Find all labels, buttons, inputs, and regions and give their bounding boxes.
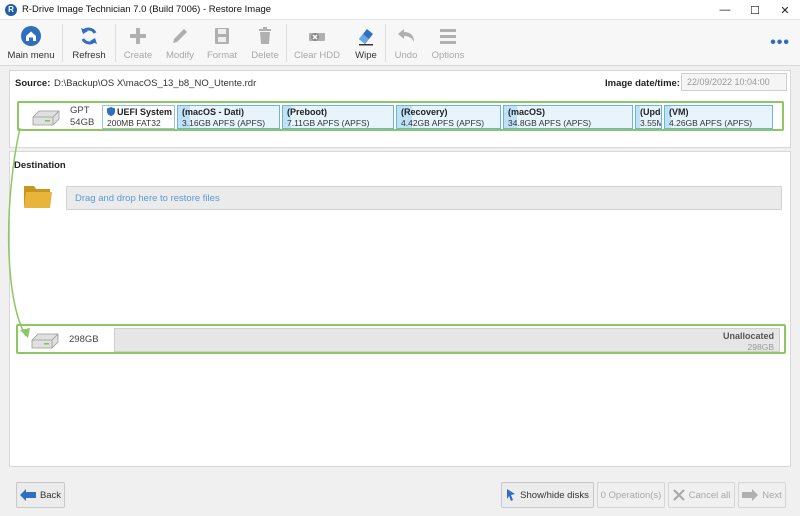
partition-block[interactable]: (Upda3.55M <box>635 105 662 129</box>
partition-block[interactable]: (macOS) 34.8GB APFS (APFS) <box>503 105 633 129</box>
partition-block[interactable]: (macOS - Dati) 3.16GB APFS (APFS) <box>177 105 280 129</box>
main-menu-button[interactable]: Main menu <box>0 20 62 66</box>
partition-info: 3.55M <box>640 118 662 128</box>
destination-disk-row[interactable]: 298GB Unallocated 298GB <box>16 324 786 354</box>
image-date-field[interactable] <box>681 73 787 91</box>
partition-name: (macOS - Dati) <box>182 107 245 117</box>
source-label: Source: <box>15 78 51 89</box>
app-logo-icon: R <box>5 3 17 16</box>
plus-icon <box>127 25 149 47</box>
partition-info: 4.42GB APFS (APFS) <box>401 118 485 128</box>
arrow-left-icon <box>19 489 36 501</box>
menu-lines-icon <box>437 25 459 47</box>
drop-zone[interactable]: Drag and drop here to restore files <box>66 186 782 210</box>
undo-label: Undo <box>394 50 418 61</box>
partition-info: 200MB FAT32 <box>107 118 161 128</box>
cancel-all-label: Cancel all <box>688 489 731 501</box>
back-label: Back <box>39 489 62 501</box>
toolbar: Main menu Refresh Create Modify Format D… <box>0 20 800 66</box>
back-button[interactable]: Back <box>16 482 65 508</box>
modify-label: Modify <box>166 50 194 61</box>
operations-label: 0 Operation(s) <box>600 489 662 501</box>
next-button[interactable]: Next <box>738 482 786 508</box>
show-hide-disks-button[interactable]: Show/hide disks <box>501 482 594 508</box>
floppy-icon <box>211 25 233 47</box>
source-disk-row[interactable]: GPT 54GB UEFI System 200MB FAT32 (macOS - … <box>17 101 784 131</box>
maximize-button[interactable]: ☐ <box>740 0 770 20</box>
wipe-label: Wipe <box>355 50 377 61</box>
pencil-icon <box>169 25 191 47</box>
create-button[interactable]: Create <box>116 20 160 66</box>
partition-list: UEFI System 200MB FAT32 (macOS - Dati) 3.16… <box>102 105 775 129</box>
modify-button[interactable]: Modify <box>160 20 200 66</box>
hard-disk-icon <box>31 109 61 130</box>
arrow-right-icon <box>742 489 759 501</box>
show-hide-label: Show/hide disks <box>520 489 589 501</box>
eraser-icon <box>355 25 377 47</box>
options-label: Options <box>431 50 465 61</box>
partition-info: 3.16GB APFS (APFS) <box>182 118 266 128</box>
refresh-icon <box>78 25 100 47</box>
main-menu-label: Main menu <box>7 50 55 61</box>
wipe-button[interactable]: Wipe <box>347 20 385 66</box>
options-button[interactable]: Options <box>426 20 470 66</box>
title-bar: R R-Drive Image Technician 7.0 (Build 70… <box>0 0 800 20</box>
partition-block[interactable]: UEFI System 200MB FAT32 <box>102 105 175 129</box>
delete-button[interactable]: Delete <box>244 20 286 66</box>
image-date-label: Image date/time: <box>605 78 680 89</box>
source-panel: Source: D:\Backup\OS X\macOS_13_b8_NO_Ut… <box>9 70 791 148</box>
partition-info: 34.8GB APFS (APFS) <box>508 118 592 128</box>
destination-panel: Destination Drag and drop here to restor… <box>9 151 791 467</box>
partition-block[interactable]: (Recovery) 4.42GB APFS (APFS) <box>396 105 501 129</box>
show-disks-icon <box>506 488 516 502</box>
shield-icon <box>107 106 117 118</box>
undo-button[interactable]: Undo <box>386 20 426 66</box>
home-icon <box>20 25 42 47</box>
partition-block[interactable]: (Preboot) 7.11GB APFS (APFS) <box>282 105 394 129</box>
trash-icon <box>254 25 276 47</box>
partition-info: 4.26GB APFS (APFS) <box>669 118 753 128</box>
folder-icon <box>22 182 54 213</box>
next-label: Next <box>762 489 782 501</box>
cancel-all-button[interactable]: Cancel all <box>668 482 735 508</box>
unallocated-space[interactable]: Unallocated 298GB <box>114 328 780 352</box>
create-label: Create <box>123 50 153 61</box>
partition-info: 7.11GB APFS (APFS) <box>287 118 370 128</box>
partition-name: UEFI System <box>117 107 173 117</box>
bottom-bar: Back Show/hide disks 0 Operation(s) Canc… <box>0 470 800 516</box>
partition-name: (Preboot) <box>287 107 327 117</box>
partition-block[interactable]: (VM) 4.26GB APFS (APFS) <box>664 105 773 129</box>
disk-size: 54GB <box>70 117 95 128</box>
format-label: Format <box>206 50 238 61</box>
partition-name: (VM) <box>669 107 689 117</box>
more-options-icon[interactable]: ••• <box>770 34 790 52</box>
close-button[interactable]: ✕ <box>770 0 800 20</box>
partition-name: (macOS) <box>508 107 546 117</box>
partition-name: (Recovery) <box>401 107 448 117</box>
target-disk-size: 298GB <box>69 334 99 345</box>
cancel-x-icon <box>672 489 685 501</box>
format-button[interactable]: Format <box>200 20 244 66</box>
disk-scheme: GPT <box>70 105 90 116</box>
destination-title: Destination <box>14 160 66 171</box>
target-hard-disk-icon <box>30 332 60 353</box>
source-path: D:\Backup\OS X\macOS_13_b8_NO_Utente.rdr <box>54 78 257 89</box>
refresh-button[interactable]: Refresh <box>63 20 115 66</box>
operations-button[interactable]: 0 Operation(s) <box>597 482 665 508</box>
delete-label: Delete <box>251 50 279 61</box>
minimize-button[interactable]: — <box>710 0 740 20</box>
unallocated-size: 298GB <box>747 342 774 352</box>
unallocated-label: Unallocated <box>722 331 774 341</box>
clear-hdd-icon <box>306 25 328 47</box>
clear-hdd-button[interactable]: Clear HDD <box>287 20 347 66</box>
clear-hdd-label: Clear HDD <box>294 50 340 61</box>
undo-icon <box>395 25 417 47</box>
partition-name: (Upda <box>640 107 661 117</box>
window-title: R-Drive Image Technician 7.0 (Build 7006… <box>22 4 272 15</box>
refresh-label: Refresh <box>72 50 106 61</box>
